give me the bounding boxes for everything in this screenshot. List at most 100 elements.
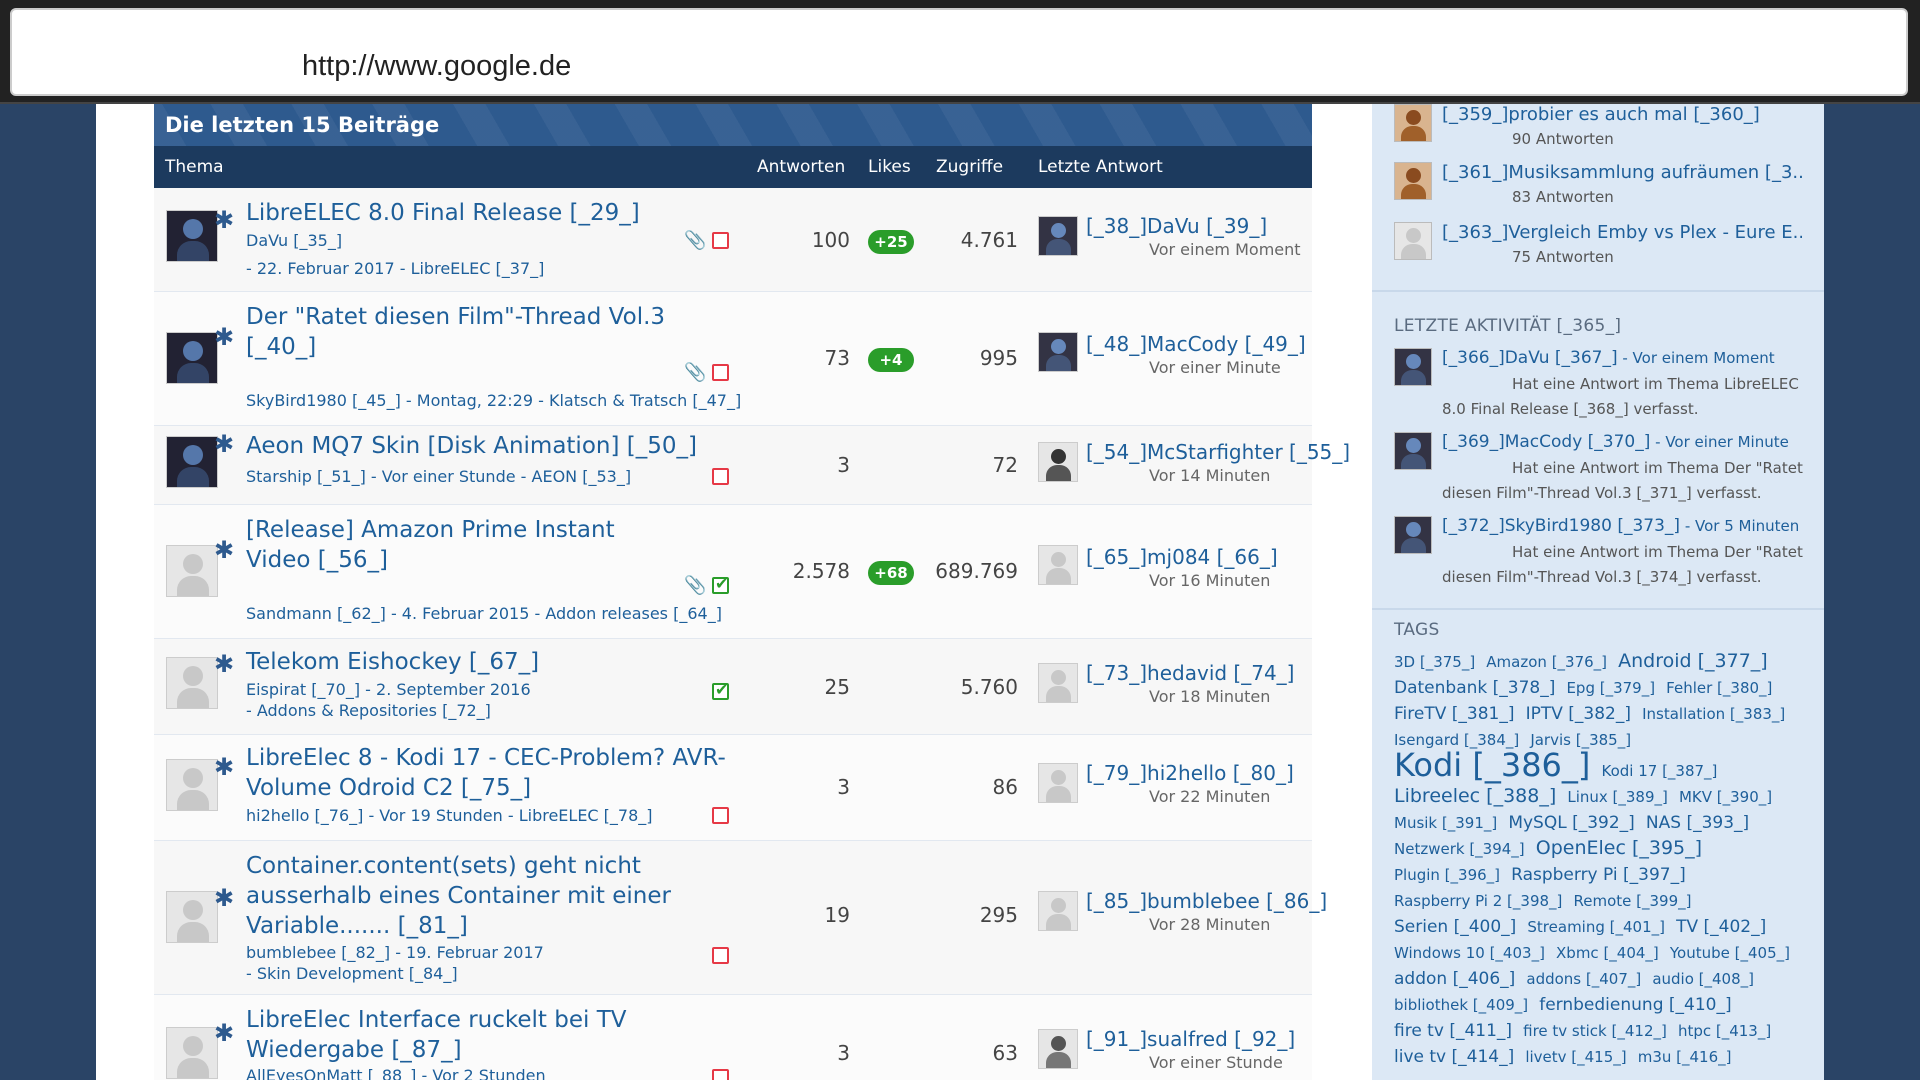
avatar[interactable] bbox=[166, 657, 218, 709]
thread-title[interactable]: LibreElec 8 - Kodi 17 - CEC-Problem? AVR… bbox=[246, 743, 746, 803]
popular-thread-title[interactable]: [_361_]Musiksammlung aufräumen [_3... bbox=[1442, 162, 1802, 183]
avatar[interactable] bbox=[1394, 432, 1432, 470]
thread-title[interactable]: Der "Ratet diesen Film"-Thread Vol.3 [_4… bbox=[246, 302, 676, 362]
last-reply-avatar[interactable] bbox=[1038, 216, 1078, 256]
tag-link[interactable]: Xbmc [_404_] bbox=[1556, 944, 1659, 962]
tag-link[interactable]: Amazon [_376_] bbox=[1486, 653, 1607, 671]
tag-link[interactable]: Plugin [_396_] bbox=[1394, 866, 1500, 884]
activity-text[interactable]: Hat eine Antwort im Thema Der "Ratet die… bbox=[1442, 456, 1812, 506]
last-reply-user[interactable]: [_91_]sualfred [_92_] bbox=[1086, 1027, 1295, 1051]
thread-author[interactable]: bumblebee [_82_] - 19. Februar 2017 bbox=[246, 942, 766, 963]
last-reply-avatar[interactable] bbox=[1038, 763, 1078, 803]
last-reply-user[interactable]: [_65_]mj084 [_66_] bbox=[1086, 545, 1278, 569]
tag-link[interactable]: fire tv stick [_412_] bbox=[1523, 1022, 1667, 1040]
avatar[interactable] bbox=[1394, 348, 1432, 386]
last-reply-avatar[interactable] bbox=[1038, 332, 1078, 372]
tag-link[interactable]: Kodi [_386_] bbox=[1394, 746, 1590, 784]
tag-link[interactable]: NAS [_393_] bbox=[1646, 813, 1749, 833]
tag-link[interactable]: Streaming [_401_] bbox=[1527, 918, 1665, 936]
tag-link[interactable]: audio [_408_] bbox=[1652, 970, 1754, 988]
tag-link[interactable]: Libreelec [_388_] bbox=[1394, 785, 1556, 807]
tag-link[interactable]: 3D [_375_] bbox=[1394, 653, 1475, 671]
tag-link[interactable]: livetv [_415_] bbox=[1525, 1048, 1626, 1066]
avatar[interactable] bbox=[166, 210, 218, 262]
activity-text[interactable]: Hat eine Antwort im Thema LibreELEC 8.0 … bbox=[1442, 372, 1812, 422]
last-reply-avatar[interactable] bbox=[1038, 442, 1078, 482]
tag-link[interactable]: Netzwerk [_394_] bbox=[1394, 840, 1525, 858]
tag-link[interactable]: Serien [_400_] bbox=[1394, 917, 1516, 937]
avatar[interactable] bbox=[166, 436, 218, 488]
last-reply-avatar[interactable] bbox=[1038, 545, 1078, 585]
thread-author[interactable]: SkyBird1980 [_45_] - Montag, 22:29 - Kla… bbox=[246, 390, 806, 411]
popular-thread-title[interactable]: [_363_]Vergleich Emby vs Plex - Eure E..… bbox=[1442, 222, 1802, 243]
address-bar-url[interactable]: http://www.google.de bbox=[302, 50, 571, 83]
thread-author[interactable]: AllEyesOnMatt [_88_] - Vor 2 Stunden bbox=[246, 1065, 766, 1080]
thread-title[interactable]: LibreELEC 8.0 Final Release [_29_] bbox=[246, 198, 766, 228]
last-reply-avatar[interactable] bbox=[1038, 891, 1078, 931]
activity-user[interactable]: [_366_]DaVu [_367_] bbox=[1442, 348, 1618, 368]
avatar[interactable] bbox=[166, 759, 218, 811]
tag-link[interactable]: FireTV [_381_] bbox=[1394, 704, 1514, 724]
tag-link[interactable]: fernbedienung [_410_] bbox=[1539, 995, 1731, 1015]
tag-link[interactable]: addons [_407_] bbox=[1526, 970, 1641, 988]
thread-author[interactable]: Eispirat [_70_] - 2. September 2016 bbox=[246, 679, 766, 700]
tag-link[interactable]: Youtube [_405_] bbox=[1670, 944, 1790, 962]
avatar[interactable] bbox=[1394, 222, 1432, 260]
thread-author[interactable]: Sandmann [_62_] - 4. Februar 2015 - Addo… bbox=[246, 603, 806, 624]
last-reply-user[interactable]: [_79_]hi2hello [_80_] bbox=[1086, 761, 1294, 785]
last-reply-user[interactable]: [_85_]bumblebee [_86_] bbox=[1086, 889, 1327, 913]
avatar[interactable] bbox=[166, 332, 218, 384]
last-reply-user[interactable]: [_48_]MacCody [_49_] bbox=[1086, 332, 1306, 356]
avatar[interactable] bbox=[166, 545, 218, 597]
tag-link[interactable]: MySQL [_392_] bbox=[1508, 813, 1635, 833]
last-reply-user[interactable]: [_54_]McStarfighter [_55_] bbox=[1086, 440, 1350, 464]
thread-title[interactable]: LibreElec Interface ruckelt bei TV Wiede… bbox=[246, 1005, 666, 1065]
thread-title[interactable]: [Release] Amazon Prime Instant Video [_5… bbox=[246, 515, 686, 575]
tag-link[interactable]: fire tv [_411_] bbox=[1394, 1021, 1512, 1041]
tag-link[interactable]: Remote [_399_] bbox=[1573, 892, 1691, 910]
col-replies[interactable]: Antworten bbox=[757, 146, 845, 188]
tag-link[interactable]: Kodi 17 [_387_] bbox=[1601, 762, 1717, 780]
tag-link[interactable]: addon [_406_] bbox=[1394, 969, 1515, 989]
last-reply-user[interactable]: [_73_]hedavid [_74_] bbox=[1086, 661, 1295, 685]
avatar[interactable] bbox=[1394, 162, 1432, 200]
tag-link[interactable]: Datenbank [_378_] bbox=[1394, 678, 1555, 698]
avatar[interactable] bbox=[1394, 104, 1432, 142]
tag-link[interactable]: Raspberry Pi 2 [_398_] bbox=[1394, 892, 1562, 910]
thread-author[interactable]: Starship [_51_] - Vor einer Stunde - AEO… bbox=[246, 466, 766, 487]
tag-link[interactable]: MKV [_390_] bbox=[1679, 788, 1772, 806]
col-last-reply[interactable]: Letzte Antwort bbox=[1038, 146, 1163, 188]
activity-text[interactable]: Hat eine Antwort im Thema Der "Ratet die… bbox=[1442, 540, 1812, 590]
tag-link[interactable]: IPTV [_382_] bbox=[1526, 704, 1631, 724]
address-bar[interactable]: http://www.google.de bbox=[10, 8, 1908, 96]
tag-link[interactable]: htpc [_413_] bbox=[1678, 1022, 1771, 1040]
activity-user[interactable]: [_372_]SkyBird1980 [_373_] bbox=[1442, 516, 1680, 536]
tag-link[interactable]: Windows 10 [_403_] bbox=[1394, 944, 1545, 962]
thread-title[interactable]: Aeon MQ7 Skin [Disk Animation] [_50_] bbox=[246, 431, 766, 461]
thread-title[interactable]: Container.content(sets) geht nicht ausse… bbox=[246, 851, 686, 941]
tag-link[interactable]: bibliothek [_409_] bbox=[1394, 996, 1528, 1014]
tag-link[interactable]: TV [_402_] bbox=[1676, 917, 1766, 937]
tag-link[interactable]: OpenElec [_395_] bbox=[1536, 837, 1702, 859]
tag-link[interactable]: Android [_377_] bbox=[1618, 650, 1768, 672]
last-reply-avatar[interactable] bbox=[1038, 1029, 1078, 1069]
thread-author[interactable]: hi2hello [_76_] - Vor 19 Stunden - Libre… bbox=[246, 805, 766, 826]
col-topic[interactable]: Thema bbox=[165, 146, 224, 188]
tag-link[interactable]: Epg [_379_] bbox=[1566, 679, 1655, 697]
tag-link[interactable]: Fehler [_380_] bbox=[1666, 679, 1772, 697]
col-views[interactable]: Zugriffe bbox=[936, 146, 1003, 188]
avatar[interactable] bbox=[1394, 516, 1432, 554]
activity-user[interactable]: [_369_]MacCody [_370_] bbox=[1442, 432, 1650, 452]
tag-link[interactable]: Linux [_389_] bbox=[1567, 788, 1668, 806]
tag-link[interactable]: m3u [_416_] bbox=[1638, 1048, 1732, 1066]
tag-link[interactable]: Raspberry Pi [_397_] bbox=[1511, 865, 1686, 885]
last-reply-user[interactable]: [_38_]DaVu [_39_] bbox=[1086, 214, 1267, 238]
avatar[interactable] bbox=[166, 891, 218, 943]
thread-title[interactable]: Telekom Eishockey [_67_] bbox=[246, 647, 766, 677]
popular-thread-title[interactable]: [_359_]probier es auch mal [_360_] bbox=[1442, 104, 1802, 125]
last-reply-avatar[interactable] bbox=[1038, 663, 1078, 703]
col-likes[interactable]: Likes bbox=[868, 146, 911, 188]
tag-link[interactable]: Musik [_391_] bbox=[1394, 814, 1497, 832]
tag-link[interactable]: live tv [_414_] bbox=[1394, 1047, 1514, 1067]
tag-link[interactable]: Installation [_383_] bbox=[1642, 705, 1785, 723]
